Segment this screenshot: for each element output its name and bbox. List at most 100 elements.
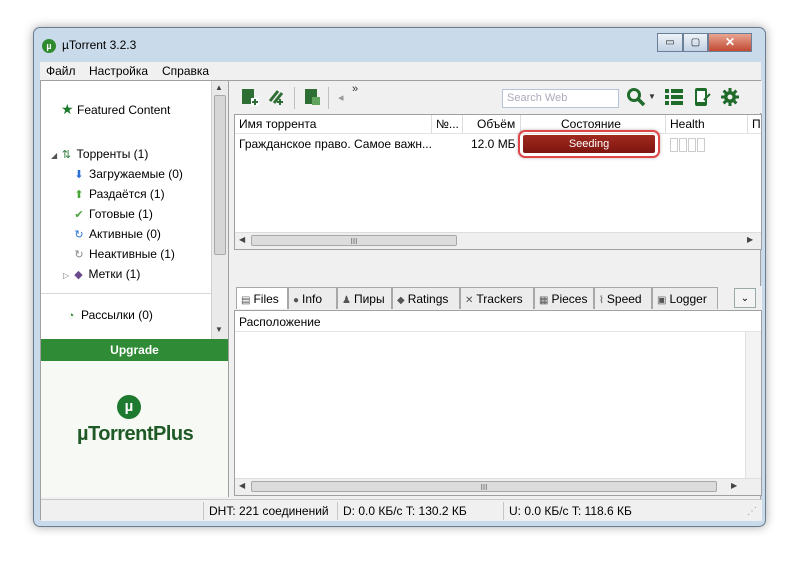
active-icon: ↻ (74, 229, 84, 241)
remote-device-icon[interactable] (692, 87, 712, 107)
status-separator (503, 502, 504, 520)
ratings-icon: ◆ (397, 295, 405, 306)
scroll-up-icon[interactable]: ▲ (215, 83, 223, 92)
tab-peers[interactable]: ♟ Пиры (337, 287, 392, 309)
scroll-left-icon[interactable]: ◀ (239, 235, 245, 244)
minimize-button[interactable]: ▭ (657, 33, 683, 52)
list-horizontal-scrollbar[interactable]: ◀ III ▶ (235, 232, 761, 249)
sidebar-item-seeding[interactable]: ⬆ Раздаётся (1) (73, 187, 164, 201)
toolbar-separator (294, 87, 295, 109)
client-area: ★ Featured Content ◢ ⇅ Торренты (1) ⬇ Загру… (40, 80, 762, 521)
toolbar: ◂ » Search Web ▼ (234, 81, 762, 113)
tab-logger[interactable]: ▣ Logger (652, 287, 718, 309)
add-torrent-icon[interactable] (240, 87, 260, 107)
torrent-name: Гражданское право. Самое важн... (239, 137, 432, 151)
arrow-down-icon: ⬇ (74, 169, 84, 181)
create-torrent-icon[interactable] (302, 87, 322, 107)
menu-help[interactable]: Справка (162, 64, 209, 78)
scroll-down-icon[interactable]: ▼ (215, 325, 223, 334)
pieces-icon: ▦ (539, 295, 549, 306)
speed-icon: ⌇ (599, 295, 604, 306)
rss-feed-icon: ◔ (67, 310, 75, 322)
app-window: µ µTorrent 3.2.3 ▭ ▢ ✕ Файл Настройка Сп… (33, 27, 766, 527)
utorrent-logo-icon: µ (42, 39, 56, 53)
toolbar-scroll-left-icon[interactable]: ◂ (338, 91, 344, 104)
sidebar-item-downloading[interactable]: ⬇ Загружаемые (0) (73, 167, 183, 181)
toolbar-separator (328, 87, 329, 109)
logger-icon: ▣ (657, 295, 667, 306)
sidebar: ★ Featured Content ◢ ⇅ Торренты (1) ⬇ Загру… (41, 81, 229, 497)
upgrade-button[interactable]: Upgrade (41, 339, 228, 361)
sidebar-scroll-thumb[interactable] (214, 95, 226, 255)
gear-icon[interactable] (720, 87, 740, 107)
close-button[interactable]: ✕ (708, 33, 752, 52)
files-horizontal-scrollbar[interactable]: ◀ III ▶ (235, 478, 761, 495)
resize-grip-icon[interactable]: ⋰ (747, 506, 757, 517)
collapse-triangle-icon: ▷ (63, 271, 70, 280)
sidebar-item-featured[interactable]: ★ Featured Content (61, 101, 170, 118)
expand-triangle-icon: ◢ (51, 151, 58, 160)
search-input[interactable]: Search Web (502, 89, 619, 108)
menu-bar: Файл Настройка Справка (40, 62, 761, 80)
torrents-arrows-icon: ⇅ (61, 149, 72, 161)
files-vertical-scrollbar[interactable] (745, 332, 761, 478)
health-bars (670, 138, 705, 155)
inactive-icon: ↻ (74, 249, 84, 261)
check-icon: ✔ (74, 209, 84, 221)
toolbar-overflow-button[interactable]: » (352, 83, 358, 95)
add-link-icon[interactable] (266, 87, 286, 107)
column-header-location[interactable]: Расположение (239, 313, 321, 331)
tab-trackers[interactable]: ✕ Trackers (460, 287, 534, 309)
sidebar-item-labels[interactable]: ▷ ◆ Метки (1) (63, 267, 140, 281)
scroll-right-icon[interactable]: ▶ (731, 481, 737, 490)
tab-pieces[interactable]: ▦ Pieces (534, 287, 594, 309)
status-dht: DHT: 221 соединений (209, 504, 329, 518)
tab-speed[interactable]: ⌇ Speed (594, 287, 652, 309)
utorrent-plus-wordmark: µTorrentPlus (77, 423, 194, 445)
menu-settings[interactable]: Настройка (89, 64, 148, 78)
collapse-panel-icon[interactable]: ⌄ (734, 288, 756, 308)
column-header-size[interactable]: Объём (463, 115, 521, 133)
utorrent-plus-logo-icon: µ (117, 395, 141, 419)
sidebar-item-feeds[interactable]: ◔ Рассылки (0) (65, 308, 153, 322)
column-header-number[interactable]: №... (432, 115, 463, 133)
files-scroll-thumb[interactable]: III (251, 481, 717, 492)
sidebar-item-torrents[interactable]: ◢ ⇅ Торренты (1) (51, 147, 148, 161)
header-divider (235, 331, 761, 332)
files-panel: Расположение ◀ III ▶ (234, 310, 762, 496)
title-bar: µ µTorrent 3.2.3 ▭ ▢ ✕ (34, 28, 765, 61)
column-header-peers[interactable]: П (748, 115, 761, 133)
sidebar-item-active[interactable]: ↻ Активные (0) (73, 227, 161, 241)
utorrent-plus-promo[interactable]: µ µTorrentPlus (41, 361, 228, 497)
search-icon[interactable] (626, 87, 646, 107)
files-icon: ▤ (241, 295, 251, 306)
tab-ratings[interactable]: ◆ Ratings (392, 287, 460, 309)
sidebar-item-inactive[interactable]: ↻ Неактивные (1) (73, 247, 175, 261)
scroll-left-icon[interactable]: ◀ (239, 481, 245, 490)
list-scroll-thumb[interactable]: III (251, 235, 457, 246)
column-header-health[interactable]: Health (666, 115, 748, 133)
sidebar-item-completed[interactable]: ✔ Готовые (1) (73, 207, 152, 221)
status-badge: Seeding (523, 135, 655, 153)
sidebar-divider (41, 293, 211, 294)
sidebar-scrollbar[interactable]: ▲ ▼ (211, 81, 228, 339)
maximize-button[interactable]: ▢ (683, 33, 708, 52)
menu-file[interactable]: Файл (46, 64, 76, 78)
list-view-icon[interactable] (664, 87, 684, 107)
window-title: µTorrent 3.2.3 (62, 38, 137, 52)
trackers-icon: ✕ (465, 295, 474, 306)
status-upload: U: 0.0 КБ/с T: 118.6 КБ (509, 504, 632, 518)
peers-icon: ♟ (342, 295, 351, 306)
status-separator (337, 502, 338, 520)
scroll-right-icon[interactable]: ▶ (747, 235, 753, 244)
tab-info[interactable]: ● Info (288, 287, 337, 309)
column-header-name[interactable]: Имя торрента (235, 115, 432, 133)
tab-files[interactable]: ▤ Files (236, 287, 288, 309)
search-provider-dropdown-icon[interactable]: ▼ (648, 92, 656, 101)
star-icon: ★ (61, 101, 74, 117)
torrent-list: Имя торрента №... Объём Состояние Health… (234, 114, 762, 250)
status-download: D: 0.0 КБ/с T: 130.2 КБ (343, 504, 467, 518)
info-icon: ● (293, 295, 300, 306)
status-bar: DHT: 221 соединений D: 0.0 КБ/с T: 130.2… (41, 499, 762, 521)
torrent-size: 12.0 МБ (471, 137, 516, 151)
